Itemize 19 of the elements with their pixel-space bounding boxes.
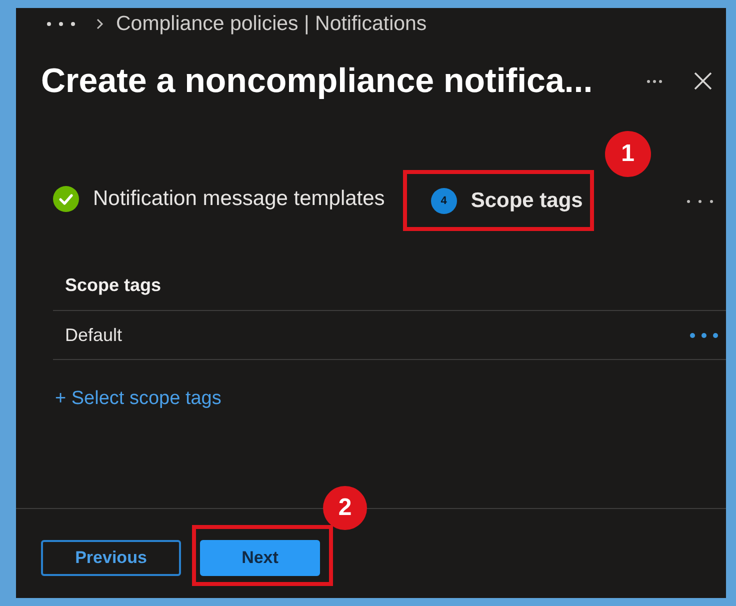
more-icon[interactable] (47, 22, 75, 26)
close-icon[interactable] (694, 72, 712, 90)
step-number: 4 (430, 188, 457, 214)
select-scope-tags-link[interactable]: + Select scope tags (55, 387, 222, 411)
table-cell-text: Default (65, 324, 124, 346)
more-icon[interactable] (687, 200, 713, 202)
callout-badge: 2 (323, 486, 367, 530)
breadcrumb-link[interactable]: Compliance policies | Notifications (116, 12, 427, 36)
wizard-step[interactable]: Notification message templates (53, 186, 385, 212)
wizard-step[interactable]: 4 Scope tags (430, 188, 583, 214)
more-icon[interactable] (647, 80, 662, 82)
chevron-icon (96, 18, 104, 30)
previous-button[interactable]: Previous (41, 540, 181, 576)
next-button[interactable]: Next (200, 540, 320, 576)
column-header: Scope tags (65, 274, 162, 296)
callout-badge: 1 (604, 131, 651, 177)
check-icon (53, 186, 79, 212)
blade-title: Create a noncompliance notifica... (41, 62, 594, 100)
more-icon[interactable] (690, 332, 718, 338)
